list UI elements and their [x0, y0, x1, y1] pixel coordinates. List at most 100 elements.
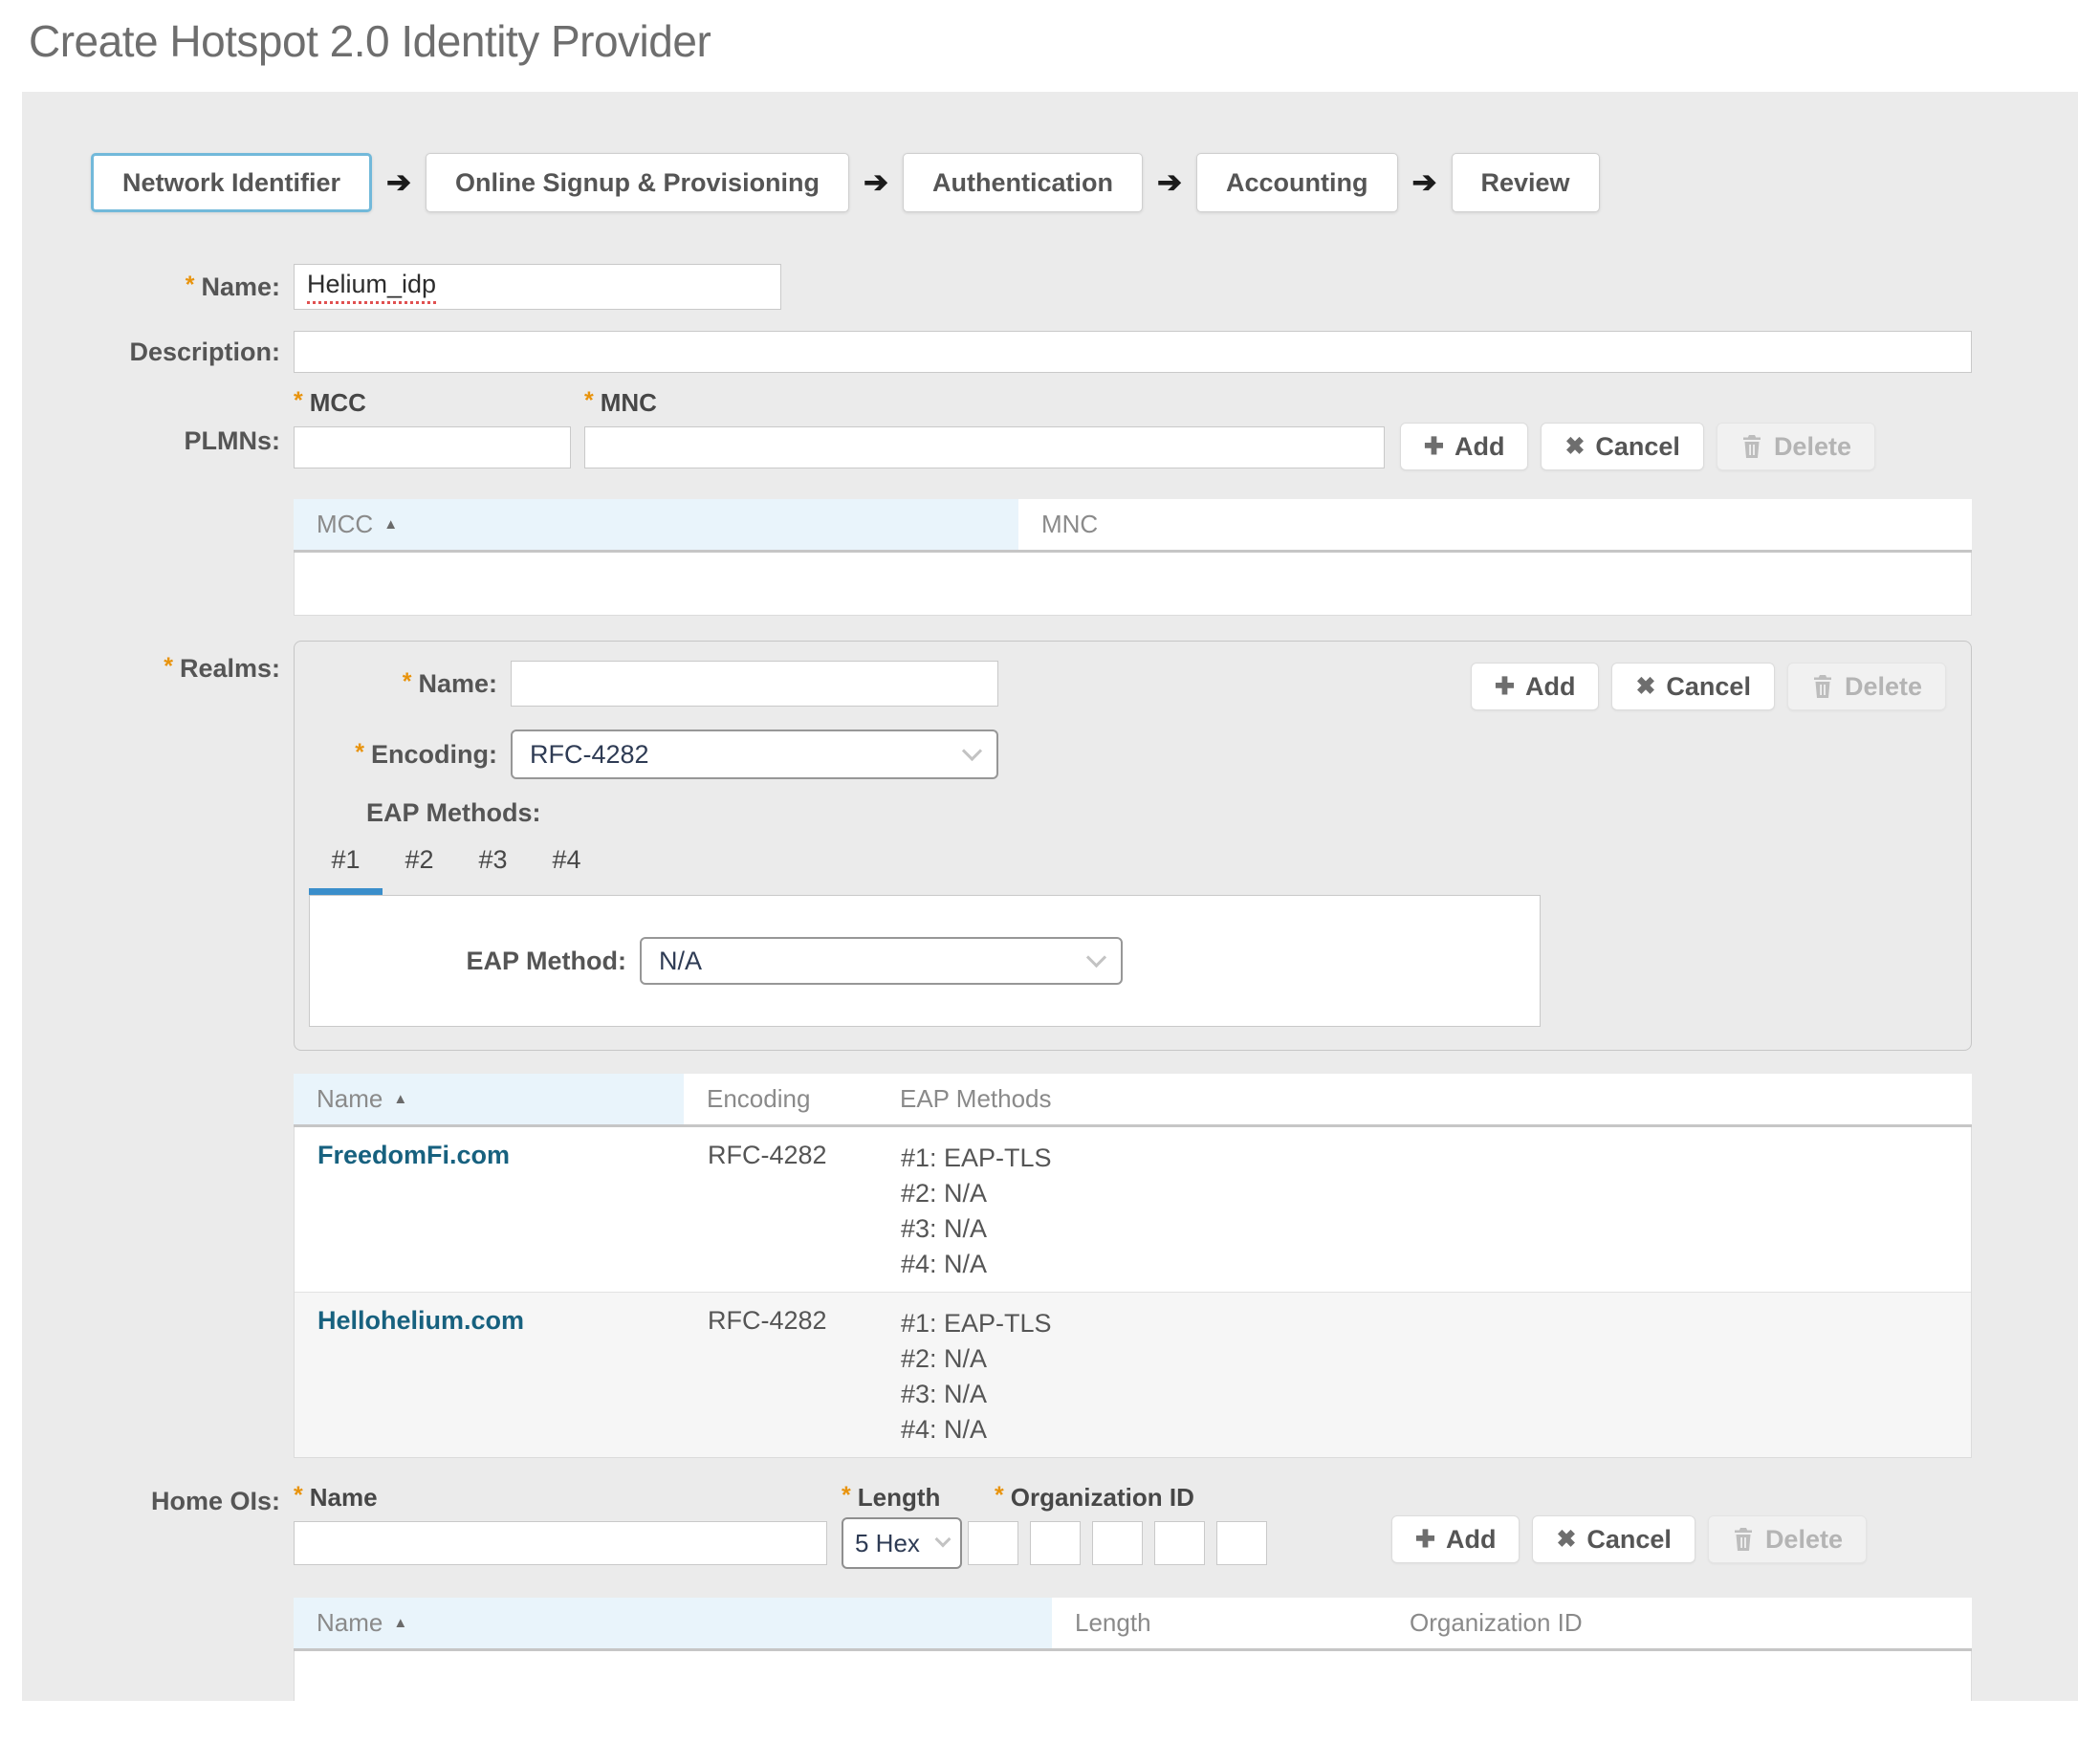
- eap-method-line: #1: EAP-TLS: [901, 1141, 1971, 1176]
- plmn-cancel-button[interactable]: ✖ Cancel: [1541, 423, 1704, 470]
- eap-method-line: #1: EAP-TLS: [901, 1306, 1971, 1341]
- organization-id-label: *Organization ID: [995, 1483, 1267, 1513]
- eap-method-panel: EAP Method: N/A: [309, 895, 1541, 1027]
- homeoi-cancel-button[interactable]: ✖ Cancel: [1532, 1515, 1695, 1563]
- mnc-input[interactable]: [584, 426, 1385, 468]
- realms-table-header-name[interactable]: Name ▲: [294, 1074, 684, 1124]
- name-label: *Name:: [22, 272, 294, 302]
- mcc-input[interactable]: [294, 426, 571, 468]
- arrow-right-icon: ➔: [386, 165, 411, 200]
- eap-method-line: #4: N/A: [901, 1247, 1971, 1282]
- table-row: Hellohelium.com RFC-4282 #1: EAP-TLS #2:…: [295, 1293, 1971, 1457]
- arrow-right-icon: ➔: [864, 165, 888, 200]
- home-ois-table: Name ▲ Length Organization ID: [294, 1598, 1972, 1701]
- sort-asc-icon: ▲: [393, 1091, 407, 1107]
- eap-method-value: N/A: [659, 947, 702, 976]
- tab-eap-4[interactable]: #4: [530, 839, 603, 895]
- eap-method-label: EAP Method:: [310, 947, 640, 976]
- realms-table-header-encoding[interactable]: Encoding: [684, 1074, 877, 1124]
- step-online-signup-provisioning[interactable]: Online Signup & Provisioning: [426, 153, 849, 212]
- plmn-table-header-mcc[interactable]: MCC ▲: [294, 499, 1018, 550]
- form-panel: Network Identifier ➔ Online Signup & Pro…: [22, 92, 2078, 1701]
- required-marker: *: [294, 1482, 303, 1509]
- chevron-down-icon: [962, 740, 982, 760]
- mcc-label: *MCC: [294, 388, 571, 418]
- wizard-steps: Network Identifier ➔ Online Signup & Pro…: [91, 153, 2078, 212]
- arrow-right-icon: ➔: [1412, 165, 1437, 200]
- page-title: Create Hotspot 2.0 Identity Provider: [29, 15, 2100, 67]
- required-marker: *: [584, 387, 594, 414]
- realm-encoding-cell: RFC-4282: [685, 1306, 878, 1336]
- cancel-x-icon: ✖: [1635, 675, 1655, 699]
- homeoi-table-header-name[interactable]: Name ▲: [294, 1598, 1052, 1648]
- tab-eap-2[interactable]: #2: [383, 839, 456, 895]
- plus-icon: ✚: [1495, 675, 1515, 699]
- tab-eap-1[interactable]: #1: [309, 839, 383, 895]
- realms-table-body: FreedomFi.com RFC-4282 #1: EAP-TLS #2: N…: [294, 1127, 1972, 1458]
- realm-encoding-cell: RFC-4282: [685, 1141, 878, 1170]
- plmn-delete-button[interactable]: Delete: [1717, 423, 1875, 470]
- step-accounting[interactable]: Accounting: [1196, 153, 1398, 212]
- plmns-label: PLMNs:: [22, 388, 294, 456]
- sort-asc-icon: ▲: [393, 1615, 407, 1631]
- realm-add-button[interactable]: ✚ Add: [1471, 663, 1599, 710]
- realms-editor-panel: ✚ Add ✖ Cancel Delete *Name:: [294, 641, 1972, 1051]
- description-input[interactable]: [294, 331, 1972, 373]
- required-marker: *: [294, 387, 303, 414]
- eap-method-line: #2: N/A: [901, 1176, 1971, 1211]
- eap-methods-label: EAP Methods:: [366, 798, 1971, 828]
- chevron-down-icon: [935, 1532, 952, 1548]
- name-input[interactable]: Helium_idp: [294, 264, 781, 310]
- org-id-box-3[interactable]: [1092, 1521, 1143, 1565]
- homeoi-delete-button[interactable]: Delete: [1708, 1515, 1867, 1563]
- trash-icon: [1811, 674, 1834, 699]
- required-marker: *: [355, 739, 364, 766]
- step-network-identifier[interactable]: Network Identifier: [91, 153, 372, 212]
- homeoi-table-header-length[interactable]: Length: [1052, 1598, 1387, 1648]
- homeoi-length-label: *Length: [842, 1483, 962, 1513]
- homeoi-name-input[interactable]: [294, 1521, 827, 1565]
- home-ois-label: Home OIs:: [22, 1483, 294, 1516]
- realm-encoding-value: RFC-4282: [530, 740, 649, 770]
- realms-table-header-eap-methods[interactable]: EAP Methods: [877, 1074, 1972, 1124]
- eap-method-tabs: #1 #2 #3 #4: [309, 839, 1971, 895]
- realms-table: Name ▲ Encoding EAP Methods FreedomFi.co…: [294, 1074, 1972, 1458]
- mnc-label: *MNC: [584, 388, 1385, 418]
- org-id-box-2[interactable]: [1030, 1521, 1081, 1565]
- eap-method-select[interactable]: N/A: [640, 937, 1123, 985]
- plmn-table-header-mnc[interactable]: MNC: [1018, 499, 1972, 550]
- org-id-box-5[interactable]: [1216, 1521, 1267, 1565]
- realm-cancel-button[interactable]: ✖ Cancel: [1611, 663, 1775, 710]
- realm-name-link[interactable]: Hellohelium.com: [317, 1306, 524, 1335]
- realm-delete-button[interactable]: Delete: [1787, 663, 1946, 710]
- arrow-right-icon: ➔: [1157, 165, 1182, 200]
- plus-icon: ✚: [1424, 435, 1444, 459]
- tab-eap-3[interactable]: #3: [456, 839, 530, 895]
- plus-icon: ✚: [1415, 1528, 1435, 1552]
- required-marker: *: [186, 272, 195, 298]
- trash-icon: [1732, 1527, 1755, 1552]
- required-marker: *: [403, 668, 412, 695]
- homeoi-name-label: *Name: [294, 1483, 827, 1513]
- realm-name-link[interactable]: FreedomFi.com: [317, 1141, 510, 1169]
- organization-id-inputs: [968, 1521, 1267, 1565]
- realm-encoding-select[interactable]: RFC-4282: [511, 729, 998, 779]
- org-id-box-4[interactable]: [1154, 1521, 1205, 1565]
- realm-name-input[interactable]: [511, 661, 998, 707]
- homeoi-table-header-organization-id[interactable]: Organization ID: [1387, 1598, 1972, 1648]
- org-id-box-1[interactable]: [968, 1521, 1018, 1565]
- required-marker: *: [995, 1482, 1004, 1509]
- step-authentication[interactable]: Authentication: [903, 153, 1143, 212]
- homeoi-add-button[interactable]: ✚ Add: [1391, 1515, 1520, 1563]
- cancel-x-icon: ✖: [1556, 1528, 1576, 1552]
- name-input-value: Helium_idp: [307, 270, 436, 304]
- eap-method-line: #3: N/A: [901, 1377, 1971, 1412]
- eap-method-line: #2: N/A: [901, 1341, 1971, 1377]
- step-review[interactable]: Review: [1452, 153, 1600, 212]
- eap-method-line: #3: N/A: [901, 1211, 1971, 1247]
- cancel-x-icon: ✖: [1564, 435, 1585, 459]
- homeoi-length-select[interactable]: 5 Hex: [842, 1517, 962, 1569]
- plmn-add-button[interactable]: ✚ Add: [1400, 423, 1528, 470]
- homeoi-length-value: 5 Hex: [855, 1529, 920, 1558]
- realm-eap-methods-cell: #1: EAP-TLS #2: N/A #3: N/A #4: N/A: [878, 1141, 1971, 1282]
